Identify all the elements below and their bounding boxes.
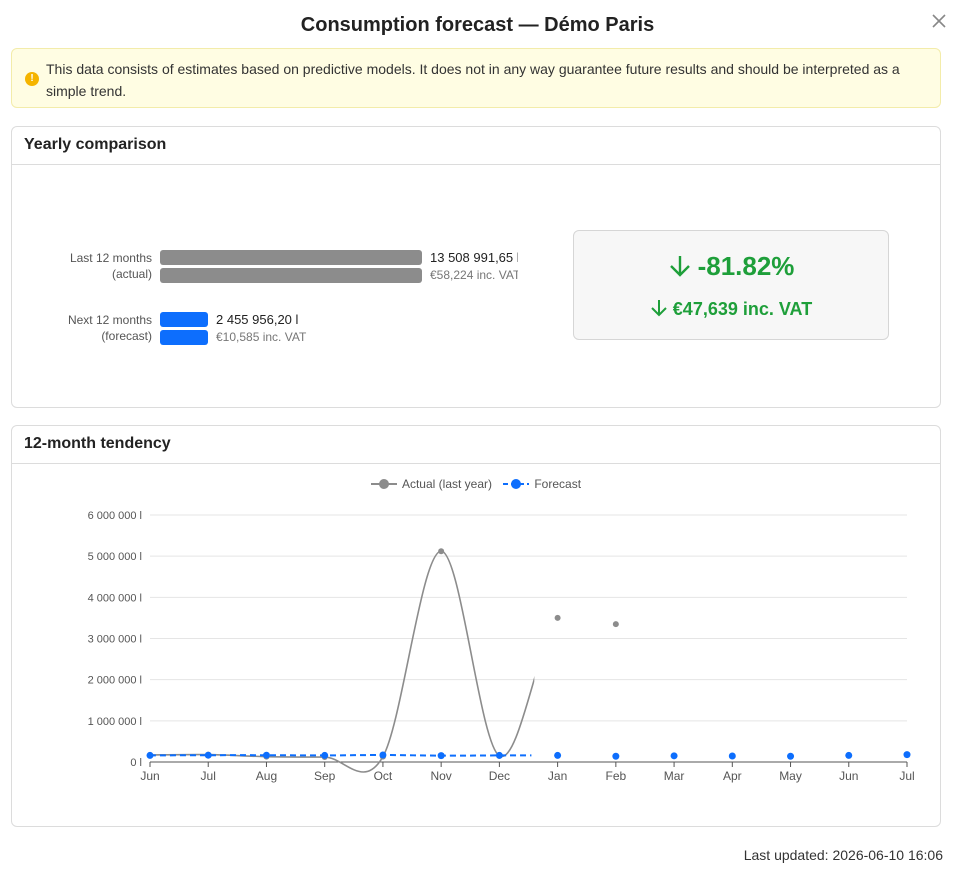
x-tick-label: Jun [839,769,858,783]
x-tick-label: Aug [256,769,277,783]
y-tick-label: 3 000 000 l [88,634,142,646]
next-12-months-label: Next 12 months (forecast) [12,312,152,344]
card-title: 12-month tendency [12,426,940,464]
next-12-months-cost-bar [160,330,208,345]
disclaimer-text: This data consists of estimates based on… [46,61,900,99]
y-tick-label: 6 000 000 l [88,510,142,522]
series-line-actual [149,550,535,773]
close-icon[interactable] [929,11,949,31]
warning-icon: ! [25,72,39,86]
x-tick-label: Jun [140,769,159,783]
data-point-actual [612,621,619,628]
variation-cost: €47,639 inc. VAT [672,299,813,319]
legend-swatch-actual [370,479,397,489]
x-tick-label: Jul [201,769,216,783]
x-tick-label: Jul [899,769,914,783]
label-line: Next 12 months [67,313,152,327]
x-tick-label: Feb [606,769,627,783]
last-12-months-label: Last 12 months (actual) [12,250,152,282]
data-point-forecast [670,752,678,760]
data-point-forecast [437,752,445,760]
data-point-forecast [787,752,795,760]
data-point-forecast [321,751,329,759]
next-12-months-bar [160,312,208,327]
legend-label-forecast: Forecast [534,477,582,491]
x-tick-label: Mar [664,769,685,783]
data-point-forecast [204,751,212,759]
tendency-chart: 0 l 1 000 000 l 2 000 000 l 3 000 000 l 4 00… [88,510,915,783]
y-tick-label: 1 000 000 l [88,716,142,728]
next-12-months-cost: €10,585 inc. VAT [216,330,307,344]
data-point-actual [438,548,445,555]
x-tick-label: Oct [374,769,393,783]
data-point-forecast [495,751,503,759]
x-tick-label: May [779,769,802,783]
chart-legend: Actual (last year) Forecast [12,477,940,493]
card-title: Yearly comparison [12,127,940,165]
label-line: Last 12 months [69,251,152,265]
data-point-forecast [146,751,154,759]
last-12-months-bar [160,250,422,265]
data-point-forecast [728,752,736,760]
legend-label-actual: Actual (last year) [401,477,492,491]
x-tick-label: Jan [548,769,567,783]
data-point-forecast [554,751,562,759]
arrow-down-icon [669,256,690,277]
data-point-forecast [612,752,620,760]
legend-item-forecast[interactable]: Forecast [503,477,581,491]
data-point-forecast [845,751,853,759]
data-point-forecast [903,751,911,759]
yearly-comparison-card: Yearly comparison Last 12 months (actual… [11,126,941,408]
y-tick-label: 0 l [130,757,142,769]
last-updated: Last updated: 2026-06-10 16:06 [743,847,943,863]
next-12-months-value: 2 455 956,20 l [216,312,299,327]
y-tick-label: 2 000 000 l [88,675,142,687]
x-tick-label: Apr [723,769,742,783]
legend-swatch-forecast [503,479,530,489]
variation-percent: -81.82% [697,251,795,281]
last-12-months-value: 13 508 991,65 l [430,250,518,265]
label-line: (forecast) [101,329,152,343]
data-point-actual [554,614,561,621]
variation-cost-row: €47,639 inc. VAT [574,298,888,320]
arrow-down-icon [651,300,667,317]
last-12-months-cost: €58,224 inc. VAT [430,268,518,282]
last-12-months-cost-bar [160,268,422,283]
tendency-card: 12-month tendency Actual (last year) For… [11,425,941,827]
label-line: (actual) [111,267,152,281]
x-tick-label: Sep [314,769,336,783]
variation-summary: -81.82% €47,639 inc. VAT [573,230,889,340]
x-tick-label: Dec [489,769,510,783]
data-point-forecast [379,751,387,759]
disclaimer-alert: ! This data consists of estimates based … [11,48,941,108]
y-tick-label: 5 000 000 l [88,551,142,563]
variation-percent-row: -81.82% [574,251,888,282]
y-tick-label: 4 000 000 l [88,592,142,604]
x-tick-label: Nov [430,769,451,783]
legend-item-actual[interactable]: Actual (last year) [370,477,492,491]
data-point-forecast [262,751,270,759]
modal-title: Consumption forecast — Démo Paris [300,14,655,36]
